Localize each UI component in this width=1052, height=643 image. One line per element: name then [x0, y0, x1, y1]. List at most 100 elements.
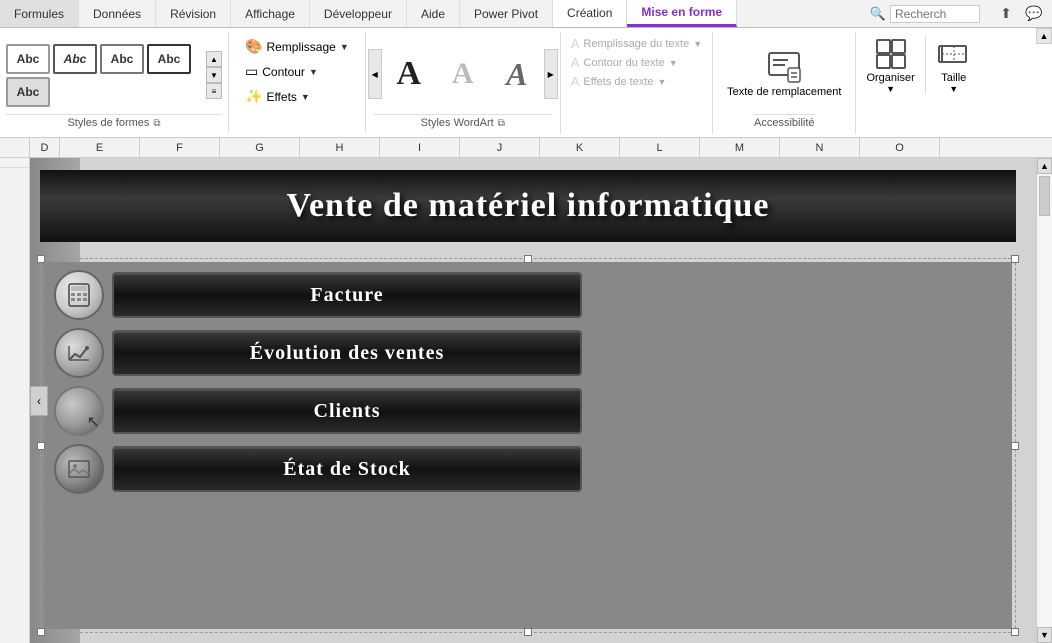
scroll-up-btn[interactable]: ▲: [206, 51, 222, 67]
forme-sample-1[interactable]: Abc: [53, 44, 97, 74]
tab-mise-en-forme[interactable]: Mise en forme: [627, 0, 737, 27]
effets-texte-btn[interactable]: A Effets de texte ▼: [571, 74, 702, 89]
spreadsheet-main: Vente de matériel informatique: [30, 158, 1036, 643]
handle-tr[interactable]: [1011, 255, 1019, 263]
scroll-more-btn[interactable]: ≡: [206, 83, 222, 99]
remplissage-texte-icon: A: [571, 36, 580, 51]
taille-icon: [936, 36, 972, 72]
wordart-letter-1[interactable]: A: [384, 46, 434, 102]
image-icon: [66, 456, 92, 482]
col-header-K[interactable]: K: [540, 138, 620, 157]
search-input[interactable]: [890, 5, 980, 23]
scrollbar-thumb[interactable]: [1039, 176, 1050, 216]
forme-sample-2[interactable]: Abc: [100, 44, 144, 74]
facture-btn[interactable]: Facture: [112, 272, 582, 318]
comment-icon[interactable]: 💬: [1024, 4, 1044, 24]
col-header-E[interactable]: E: [60, 138, 140, 157]
col-header-D[interactable]: D: [30, 138, 60, 157]
evolution-circle-btn[interactable]: [54, 328, 104, 378]
accessibilite-section: Texte de remplacement Accessibilité: [713, 32, 856, 133]
scroll-down-btn[interactable]: ▼: [206, 67, 222, 83]
cursor-on-circle: ↖: [87, 412, 100, 432]
scrollbar-track[interactable]: [1037, 174, 1052, 627]
col-header-J[interactable]: J: [460, 138, 540, 157]
wordart-letter-3[interactable]: A: [492, 46, 542, 102]
contour-dropdown-icon: ▼: [309, 67, 318, 77]
effets-icon: ✨: [245, 88, 262, 105]
col-header-L[interactable]: L: [620, 138, 700, 157]
tab-revision[interactable]: Révision: [156, 0, 231, 27]
share-icon[interactable]: ⬆: [996, 4, 1016, 24]
corner-cell: [0, 138, 30, 157]
contour-btn[interactable]: ▭ Contour ▼: [241, 61, 353, 82]
remplissage-texte-btn[interactable]: A Remplissage du texte ▼: [571, 36, 702, 51]
effets-dropdown-icon: ▼: [301, 92, 310, 102]
menu-row-facture: Facture: [44, 262, 1012, 324]
col-header-M[interactable]: M: [700, 138, 780, 157]
effets-btn[interactable]: ✨ Effets ▼: [241, 86, 353, 107]
tab-creation[interactable]: Création: [553, 0, 627, 27]
organiser-icon: [873, 36, 909, 72]
column-headers: D E F G H I J K L M N O: [0, 138, 1052, 158]
organiser-btn[interactable]: Organiser ▼: [866, 36, 914, 94]
stock-btn[interactable]: État de Stock: [112, 446, 582, 492]
styles-wordart-label-row: Styles WordArt ⧉: [374, 114, 552, 129]
remplissage-btn[interactable]: 🎨 Remplissage ▼: [241, 36, 353, 57]
col-header-H[interactable]: H: [300, 138, 380, 157]
styles-formes-expand[interactable]: ⧉: [153, 118, 160, 129]
tab-donnees[interactable]: Données: [79, 0, 156, 27]
contour-icon: ▭: [245, 63, 258, 80]
col-header-F[interactable]: F: [140, 138, 220, 157]
taille-dropdown-icon: ▼: [949, 84, 958, 94]
tab-power-pivot[interactable]: Power Pivot: [460, 0, 553, 27]
tab-developpeur[interactable]: Développeur: [310, 0, 407, 27]
wordart-letters: A A A: [374, 46, 552, 102]
evolution-btn[interactable]: Évolution des ventes: [112, 330, 582, 376]
wordart-expand[interactable]: ⧉: [498, 118, 505, 129]
tab-affichage[interactable]: Affichage: [231, 0, 310, 27]
taille-btn[interactable]: Taille ▼: [936, 36, 972, 94]
buttons-container: Facture: [40, 258, 1016, 633]
handle-bc[interactable]: [524, 628, 532, 636]
contour-texte-btn[interactable]: A Contour du texte ▼: [571, 55, 702, 70]
calculator-icon: [66, 282, 92, 308]
handle-mr[interactable]: [1011, 442, 1019, 450]
facture-circle-btn[interactable]: [54, 270, 104, 320]
left-nav-btn[interactable]: ‹: [30, 386, 48, 416]
effets-texte-icon: A: [571, 74, 580, 89]
remplissage-texte-dropdown: ▼: [693, 39, 702, 49]
handle-br[interactable]: [1011, 628, 1019, 636]
rce-section: 🎨 Remplissage ▼ ▭ Contour ▼ ✨ Effets ▼: [229, 32, 366, 133]
wordart-letter-2[interactable]: A: [438, 46, 488, 102]
ribbon-content: Abc Abc Abc Abc Abc ▲ ▼ ≡ Styles de form…: [0, 28, 1052, 138]
clients-circle-btn[interactable]: ↖: [54, 386, 104, 436]
buttons-bg: Facture: [44, 262, 1012, 629]
tab-formules[interactable]: Formules: [0, 0, 79, 27]
col-header-O[interactable]: O: [860, 138, 940, 157]
clients-btn[interactable]: Clients: [112, 388, 582, 434]
ribbon-collapse-btn[interactable]: ▲: [1036, 28, 1052, 44]
forme-sample-3[interactable]: Abc: [147, 44, 191, 74]
scroll-down-btn[interactable]: ▼: [1037, 627, 1052, 643]
col-header-N[interactable]: N: [780, 138, 860, 157]
vertical-scrollbar: ▲ ▼: [1036, 158, 1052, 643]
menu-row-stock: État de Stock: [44, 440, 1012, 502]
texte-remplacement-btn[interactable]: Texte de remplacement: [723, 46, 845, 103]
scroll-up-btn[interactable]: ▲: [1037, 158, 1052, 174]
ribbon-tab-bar: Formules Données Révision Affichage Déve…: [0, 0, 1052, 28]
wordart-scroll-right[interactable]: ▶: [544, 49, 558, 99]
forme-sample-0[interactable]: Abc: [6, 44, 50, 74]
effets-texte-dropdown: ▼: [658, 77, 667, 87]
col-header-I[interactable]: I: [380, 138, 460, 157]
contour-texte-dropdown: ▼: [669, 58, 678, 68]
search-icon: 🔍: [870, 6, 886, 22]
wordart-scroll-left[interactable]: ◀: [368, 49, 382, 99]
col-header-G[interactable]: G: [220, 138, 300, 157]
stock-circle-btn[interactable]: [54, 444, 104, 494]
menu-row-clients: ↖ Clients: [44, 382, 1012, 440]
styles-formes-section: Abc Abc Abc Abc Abc ▲ ▼ ≡ Styles de form…: [0, 32, 229, 133]
forme-sample-4[interactable]: Abc: [6, 77, 50, 107]
contour-texte-icon: A: [571, 55, 580, 70]
tab-aide[interactable]: Aide: [407, 0, 460, 27]
chart-icon: [66, 340, 92, 366]
